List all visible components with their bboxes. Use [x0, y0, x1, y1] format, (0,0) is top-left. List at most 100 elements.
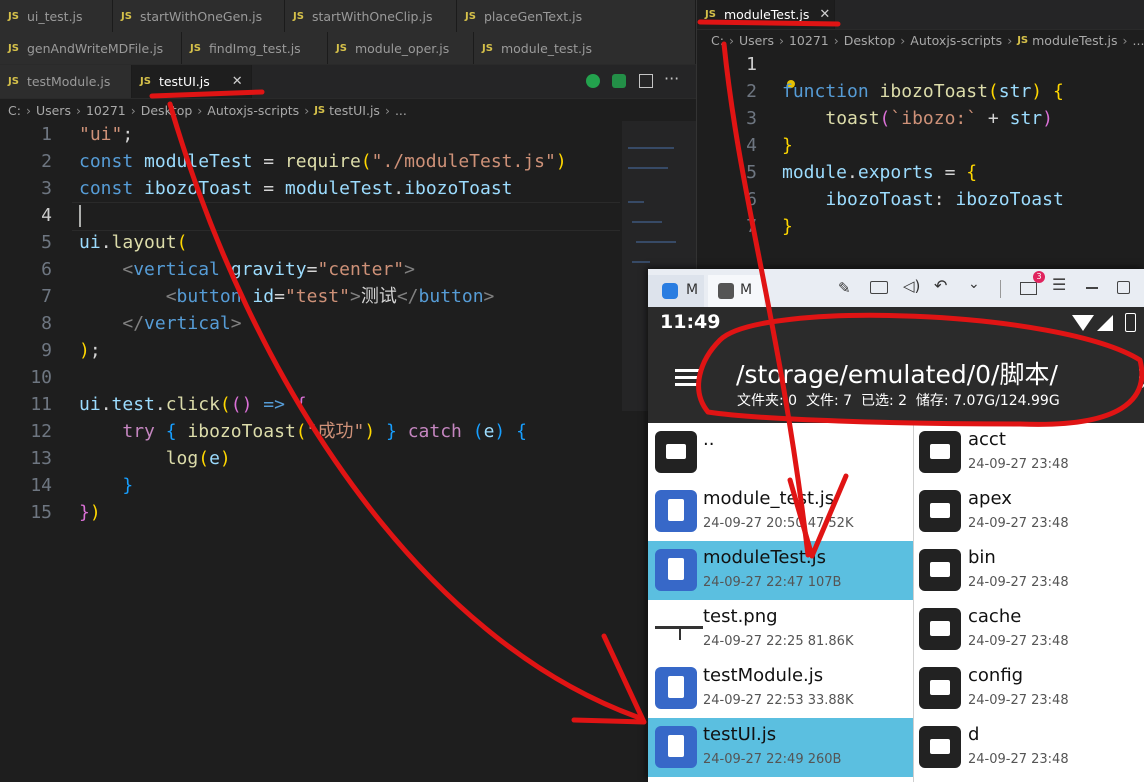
js-file-icon: JS [314, 104, 326, 116]
window-tab-1[interactable]: M [648, 275, 704, 307]
keyboard-icon[interactable] [870, 281, 888, 294]
file-name: testUI.js [703, 724, 777, 745]
list-item[interactable]: acct 24-09-27 23:48 [914, 423, 1144, 482]
hamburger-menu-icon[interactable] [675, 369, 699, 372]
tab-gen-and-write[interactable]: JS genAndWriteMDFile.js [0, 32, 182, 64]
breadcrumb-item[interactable]: moduleTest.js [1032, 33, 1117, 48]
list-item[interactable]: module_test.js 24-09-27 20:50 47.52K [648, 482, 913, 541]
line-number: 10 [30, 367, 52, 388]
folder-name: bin [968, 547, 996, 568]
folder-name: acct [968, 429, 1006, 450]
maximize-icon[interactable] [1117, 281, 1130, 294]
left-editor-pane: JS ui_test.js JS startWithOneGen.js JS star… [0, 0, 696, 782]
list-item[interactable]: config 24-09-27 23:48 [914, 659, 1144, 718]
tab-test-ui[interactable]: JS testUI.js ✕ [132, 65, 252, 98]
js-file-icon: JS [465, 10, 476, 22]
breadcrumb-item[interactable]: Users [739, 33, 774, 48]
js-file-icon: JS [482, 42, 493, 54]
breadcrumb-item[interactable]: Autoxjs-scripts [910, 33, 1002, 48]
close-icon[interactable]: ✕ [819, 7, 830, 22]
js-file-icon: JS [336, 42, 347, 54]
tab-module-test-js[interactable]: JS moduleTest.js ✕ [697, 0, 835, 29]
line-number: 12 [30, 421, 52, 442]
menu-icon[interactable]: ☰ [1052, 275, 1066, 294]
tab-start-with-one-clip[interactable]: JS startWithOneClip.js [285, 0, 457, 32]
run-icon[interactable] [586, 74, 600, 88]
mail-icon[interactable] [1020, 282, 1037, 295]
list-item[interactable]: apex 24-09-27 23:48 [914, 482, 1144, 541]
more-actions-icon[interactable]: ··· [664, 69, 679, 88]
app-icon [662, 283, 678, 299]
window-tab-2[interactable]: M [708, 275, 764, 307]
tab-place-gen-text[interactable]: JS placeGenText.js [457, 0, 696, 32]
list-item[interactable]: .. [648, 423, 913, 482]
breadcrumb-item[interactable]: C: [711, 33, 724, 48]
list-item[interactable]: test.png 24-09-27 22:25 81.86K [648, 600, 913, 659]
tab-start-with-one-gen[interactable]: JS startWithOneGen.js [113, 0, 285, 32]
folder-meta: 24-09-27 23:48 [968, 752, 1069, 767]
code-area[interactable]: 1 "ui"; 2 const moduleTest = require("./mo… [0, 121, 620, 531]
tab-label: M [740, 282, 753, 298]
folder-icon [919, 490, 961, 532]
tab-module-oper[interactable]: JS module_oper.js [328, 32, 474, 64]
breadcrumb-item[interactable]: testUI.js [329, 103, 380, 118]
breadcrumb-item[interactable]: Users [36, 103, 71, 118]
folder-name: d [968, 724, 980, 745]
volume-icon[interactable]: ◁) [903, 277, 920, 295]
list-item-selected[interactable]: testUI.js 24-09-27 22:49 260B [648, 718, 913, 777]
list-item-selected[interactable]: moduleTest.js 24-09-27 22:47 107B [648, 541, 913, 600]
list-item[interactable]: testModule.js 24-09-27 22:53 33.88K [648, 659, 913, 718]
line-number: 3 [746, 108, 757, 129]
line-number: 8 [41, 313, 52, 334]
list-item[interactable]: cache 24-09-27 23:48 [914, 600, 1144, 659]
tab-label: startWithOneClip.js [311, 8, 433, 24]
minimize-icon[interactable] [1086, 287, 1098, 289]
file-meta: 24-09-27 22:53 33.88K [703, 693, 854, 708]
file-name: testModule.js [703, 665, 824, 686]
tab-find-img-test[interactable]: JS findImg_test.js [182, 32, 328, 64]
line-number: 4 [41, 205, 52, 226]
signal-icon [1097, 315, 1113, 331]
tab-ui-test[interactable]: JS ui_test.js [0, 0, 113, 32]
android-icon[interactable] [612, 74, 626, 88]
breadcrumb-item[interactable]: Desktop [141, 103, 193, 118]
line-number: 1 [746, 54, 757, 75]
breadcrumb-item[interactable]: ... [1133, 33, 1144, 48]
close-icon[interactable]: ✕ [232, 74, 243, 89]
split-editor-icon[interactable] [639, 74, 653, 88]
line-number: 13 [30, 448, 52, 469]
chevron-down-icon[interactable]: ⌄ [968, 276, 980, 292]
tab-module-test[interactable]: JS module_test.js [474, 32, 696, 64]
undo-icon[interactable]: ↶ [934, 276, 947, 295]
breadcrumb-item[interactable]: 10271 [86, 103, 126, 118]
line-number: 6 [746, 189, 757, 210]
file-meta: 24-09-27 20:50 47.52K [703, 516, 854, 531]
folder-icon [919, 667, 961, 709]
line-number: 2 [41, 151, 52, 172]
line-number: 3 [41, 178, 52, 199]
battery-icon [1125, 313, 1136, 332]
list-item[interactable]: d 24-09-27 23:48 [914, 718, 1144, 777]
line-number: 6 [41, 259, 52, 280]
js-file-icon: JS [121, 10, 132, 22]
breadcrumb-item[interactable]: Autoxjs-scripts [207, 103, 299, 118]
breadcrumb-item[interactable]: Desktop [844, 33, 896, 48]
line-number: 9 [41, 340, 52, 361]
js-file-icon: JS [190, 42, 201, 54]
overflow-menu-icon[interactable] [1139, 367, 1144, 372]
tab-test-module[interactable]: JS testModule.js [0, 65, 132, 98]
tab-label: testModule.js [26, 74, 111, 89]
js-file-icon: JS [8, 76, 19, 87]
breadcrumb-item[interactable]: C: [8, 103, 21, 118]
line-number: 15 [30, 502, 52, 523]
right-code-area[interactable]: 1 2 function ibozoToast(str) { 3 toast(`i… [697, 51, 1144, 241]
line-number: 5 [41, 232, 52, 253]
breadcrumb-item[interactable]: 10271 [789, 33, 829, 48]
folder-name: config [968, 665, 1024, 686]
list-item[interactable]: bin 24-09-27 23:48 [914, 541, 1144, 600]
breadcrumb-item[interactable]: ... [395, 103, 407, 118]
folder-icon [919, 726, 961, 768]
line-number: 5 [746, 162, 757, 183]
tab-label: findImg_test.js [208, 40, 301, 56]
pin-icon[interactable]: ✎ [838, 279, 851, 297]
